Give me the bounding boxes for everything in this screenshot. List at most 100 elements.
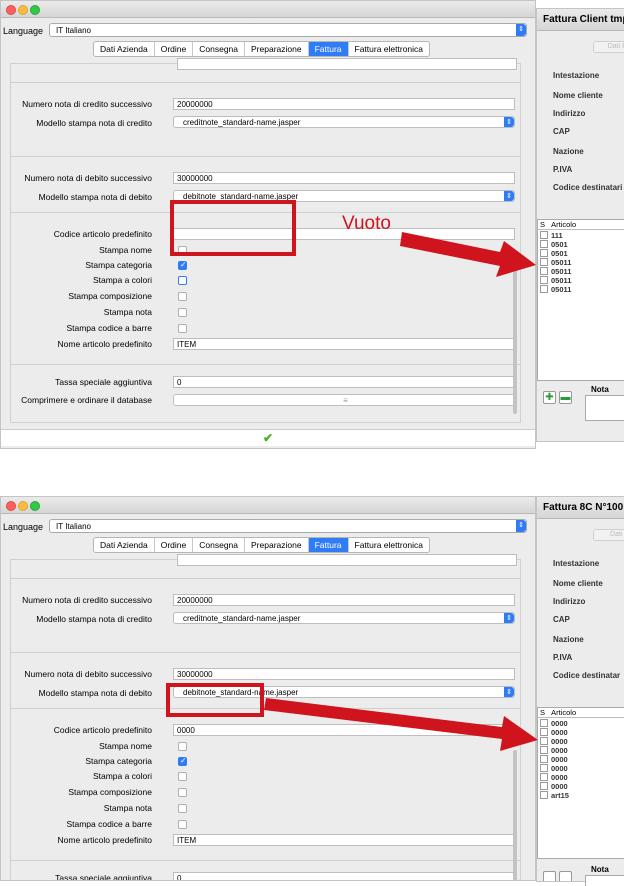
list-item[interactable]: 05011 — [540, 285, 571, 294]
invoice-data-button[interactable]: Dati c — [593, 529, 624, 541]
tab-fattura[interactable]: Fattura — [308, 42, 349, 56]
print-barcode-checkbox[interactable] — [178, 820, 187, 829]
row-checkbox[interactable] — [540, 728, 548, 736]
compress-button[interactable]: ≡ — [173, 394, 515, 406]
row-checkbox[interactable] — [540, 285, 548, 293]
language-select[interactable]: IT Italiano ⇕ — [49, 519, 527, 533]
close-window-button[interactable] — [6, 5, 16, 15]
list-item[interactable]: 0000 — [540, 719, 568, 728]
cut-off-field[interactable] — [177, 58, 517, 70]
select-arrows-icon: ⇕ — [516, 520, 526, 532]
print-color-checkbox[interactable] — [178, 772, 187, 781]
row-checkbox[interactable] — [540, 240, 548, 248]
article-code: 0000 — [551, 764, 568, 773]
default-name-input[interactable]: ITEM — [173, 834, 515, 846]
cut-off-field[interactable] — [177, 554, 517, 566]
print-composition-checkbox[interactable] — [178, 788, 187, 797]
row-checkbox[interactable] — [540, 791, 548, 799]
row-checkbox[interactable] — [540, 258, 548, 266]
print-note-checkbox[interactable] — [178, 308, 187, 317]
print-name-checkbox[interactable] — [178, 742, 187, 751]
cap-label: CAP — [553, 127, 570, 136]
tab-fattura-elettronica[interactable]: Fattura elettronica — [349, 42, 430, 56]
vat-label: P.IVA — [553, 165, 573, 174]
default-name-input[interactable]: ITEM — [173, 338, 515, 350]
list-item[interactable]: 0000 — [540, 764, 568, 773]
language-value: IT Italiano — [56, 26, 91, 35]
list-item[interactable]: 0000 — [540, 746, 568, 755]
credit-next-input[interactable]: 20000000 — [173, 98, 515, 110]
close-window-button[interactable] — [6, 501, 16, 511]
tab-preparazione[interactable]: Preparazione — [245, 538, 309, 552]
list-item[interactable]: 0000 — [540, 728, 568, 737]
zoom-window-button[interactable] — [30, 501, 40, 511]
tab-fattura[interactable]: Fattura — [308, 538, 349, 552]
tab-fattura-elettronica[interactable]: Fattura elettronica — [349, 538, 430, 552]
list-header-article: Articolo — [551, 220, 577, 229]
print-category-checkbox[interactable] — [178, 756, 187, 766]
row-checkbox[interactable] — [540, 737, 548, 745]
note-field[interactable] — [585, 395, 624, 421]
list-item[interactable]: 111 — [540, 231, 563, 240]
list-item[interactable]: 0000 — [540, 755, 568, 764]
list-item[interactable]: 0501 — [540, 240, 568, 249]
note-field[interactable] — [585, 875, 624, 886]
print-category-checkbox[interactable] — [178, 260, 187, 270]
nation-label: Nazione — [553, 147, 584, 156]
checkmark-icon[interactable]: ✔ — [263, 431, 273, 445]
header-label: Intestazione — [553, 559, 600, 568]
row-checkbox[interactable] — [540, 782, 548, 790]
list-item[interactable]: art15 — [540, 791, 569, 800]
row-checkbox[interactable] — [540, 249, 548, 257]
row-checkbox[interactable] — [540, 755, 548, 763]
debit-next-input[interactable]: 30000000 — [173, 172, 515, 184]
print-note-checkbox[interactable] — [178, 804, 187, 813]
settings-window-bottom: Language IT Italiano ⇕ Dati Azienda Ordin… — [0, 496, 536, 881]
invoice-data-button[interactable]: Dati Fa — [593, 41, 624, 53]
list-item[interactable]: 05011 — [540, 276, 571, 285]
list-item[interactable]: 0000 — [540, 773, 568, 782]
vertical-scrollbar[interactable] — [513, 750, 517, 880]
tab-preparazione[interactable]: Preparazione — [245, 42, 309, 56]
add-icon[interactable]: ✚ — [543, 391, 556, 404]
special-tax-input[interactable]: 0 — [173, 376, 515, 388]
row-checkbox[interactable] — [540, 231, 548, 239]
add-icon[interactable] — [543, 871, 556, 881]
row-checkbox[interactable] — [540, 276, 548, 284]
tab-consegna[interactable]: Consegna — [193, 42, 246, 56]
language-select[interactable]: IT Italiano ⇕ — [49, 23, 527, 37]
row-checkbox[interactable] — [540, 267, 548, 275]
list-item[interactable]: 0000 — [540, 737, 568, 746]
credit-model-select[interactable]: creditnote_standard-name.jasper ⇕ — [173, 612, 515, 624]
article-code: 0000 — [551, 755, 568, 764]
zoom-window-button[interactable] — [30, 5, 40, 15]
special-tax-input[interactable]: 0 — [173, 872, 515, 880]
remove-icon[interactable] — [559, 871, 572, 881]
print-barcode-checkbox[interactable] — [178, 324, 187, 333]
row-checkbox[interactable] — [540, 746, 548, 754]
list-item[interactable]: 05011 — [540, 267, 571, 276]
tab-dati-azienda[interactable]: Dati Azienda — [94, 538, 155, 552]
debit-next-label: Numero nota di debito successivo — [24, 173, 152, 183]
tab-dati-azienda[interactable]: Dati Azienda — [94, 42, 155, 56]
row-checkbox[interactable] — [540, 764, 548, 772]
select-arrows-icon: ⇕ — [504, 117, 514, 127]
row-checkbox[interactable] — [540, 719, 548, 727]
list-item[interactable]: 05011 — [540, 258, 571, 267]
list-item[interactable]: 0501 — [540, 249, 568, 258]
tab-consegna[interactable]: Consegna — [193, 538, 246, 552]
article-code: 0000 — [551, 782, 568, 791]
print-composition-checkbox[interactable] — [178, 292, 187, 301]
remove-icon[interactable]: ▬ — [559, 391, 572, 404]
minimize-window-button[interactable] — [18, 501, 28, 511]
tab-ordine[interactable]: Ordine — [155, 538, 194, 552]
credit-next-input[interactable]: 20000000 — [173, 594, 515, 606]
credit-model-select[interactable]: creditnote_standard-name.jasper ⇕ — [173, 116, 515, 128]
minimize-window-button[interactable] — [18, 5, 28, 15]
debit-next-input[interactable]: 30000000 — [173, 668, 515, 680]
tab-ordine[interactable]: Ordine — [155, 42, 194, 56]
row-checkbox[interactable] — [540, 773, 548, 781]
list-item[interactable]: 0000 — [540, 782, 568, 791]
default-name-label: Nome articolo predefinito — [57, 339, 153, 349]
print-color-checkbox[interactable] — [178, 276, 187, 285]
